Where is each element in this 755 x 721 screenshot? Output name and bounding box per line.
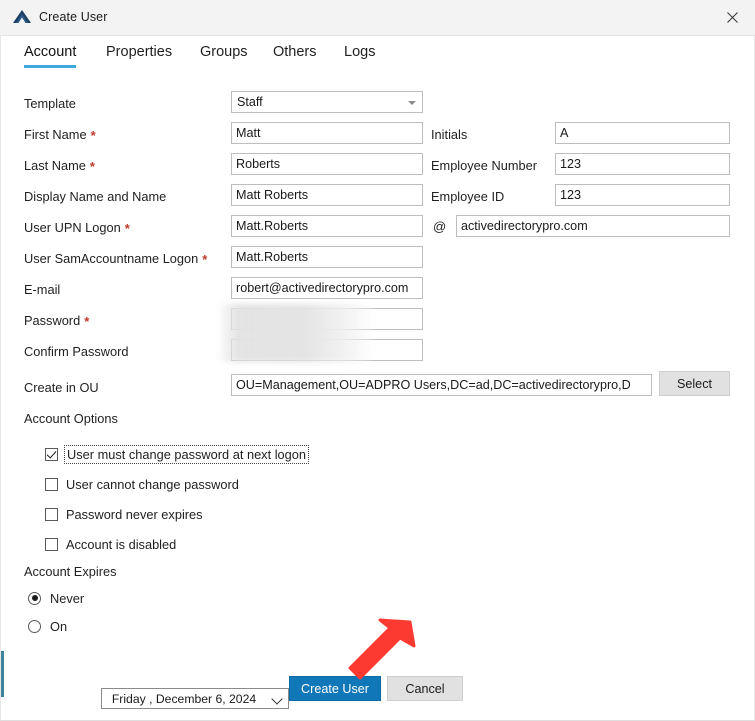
label-employee-id-text: Employee ID <box>431 189 505 204</box>
upn-logon-input[interactable] <box>231 215 423 237</box>
label-template-text: Template <box>24 96 76 111</box>
label-confirm-password: Confirm Password <box>24 344 129 359</box>
template-dropdown-value: Staff <box>237 95 263 109</box>
label-last-name-text: Last Name <box>24 158 86 173</box>
required-asterisk: * <box>89 159 95 174</box>
label-employee-number: Employee Number <box>431 158 537 173</box>
radio-expires-never-label: Never <box>50 590 85 606</box>
password-input[interactable] <box>231 308 423 330</box>
required-asterisk: * <box>202 252 208 267</box>
last-name-input[interactable] <box>231 153 423 175</box>
label-display-name: Display Name and Name <box>24 189 166 204</box>
tab-logs-label: Logs <box>344 44 376 60</box>
tab-others[interactable]: Others <box>273 44 317 64</box>
radio-selected-icon <box>28 591 41 605</box>
create-user-window: Create User Account Properties Groups Ot… <box>0 0 755 721</box>
radio-unselected-icon <box>28 619 41 633</box>
tab-properties-label: Properties <box>106 44 173 60</box>
expiry-date-value: Friday , December 6, 2024 <box>111 692 257 706</box>
label-first-name-text: First Name <box>24 127 87 142</box>
tab-account[interactable]: Account <box>24 44 77 68</box>
label-sam-logon: User SamAccountname Logon * <box>24 251 207 267</box>
adpro-chevron-logo-icon <box>11 8 33 28</box>
checkbox-user-must-change-password[interactable]: User must change password at next logon <box>45 444 310 464</box>
radio-expires-on[interactable]: On <box>28 617 67 635</box>
checkbox-account-is-disabled[interactable]: Account is disabled <box>45 535 176 553</box>
checkbox-user-cannot-change-password-label: User cannot change password <box>66 476 239 492</box>
required-asterisk: * <box>84 314 90 329</box>
label-template: Template <box>24 96 76 111</box>
template-dropdown[interactable]: Staff <box>231 91 423 113</box>
first-name-input[interactable] <box>231 122 423 144</box>
cancel-button[interactable]: Cancel <box>387 676 463 701</box>
label-email: E-mail <box>24 282 60 297</box>
close-icon[interactable] <box>709 0 755 35</box>
label-upn-logon-text: User UPN Logon <box>24 220 121 235</box>
label-sam-logon-text: User SamAccountname Logon <box>24 251 199 266</box>
title-bar: Create User <box>0 0 755 36</box>
label-employee-id: Employee ID <box>431 189 504 204</box>
tab-account-label: Account <box>24 44 77 60</box>
tab-others-label: Others <box>273 44 317 60</box>
tab-groups[interactable]: Groups <box>200 44 248 64</box>
checkbox-password-never-expires-label: Password never expires <box>66 506 203 522</box>
required-asterisk: * <box>90 128 96 143</box>
checkbox-user-cannot-change-password[interactable]: User cannot change password <box>45 475 239 493</box>
tab-active-underline <box>24 65 77 68</box>
create-user-button[interactable]: Create User <box>289 676 381 701</box>
label-create-in-ou: Create in OU <box>24 380 99 395</box>
at-symbol-icon: @ <box>433 219 447 234</box>
expiry-date-picker[interactable]: Friday , December 6, 2024 <box>101 688 289 709</box>
checkbox-user-must-change-password-label: User must change password at next logon <box>63 444 310 464</box>
chevron-down-icon <box>271 693 283 705</box>
label-email-text: E-mail <box>24 282 61 297</box>
vertical-scrollbar-thumb[interactable] <box>1 651 4 697</box>
select-ou-button[interactable]: Select <box>659 371 730 396</box>
label-last-name: Last Name * <box>24 158 95 174</box>
window-title: Create User <box>39 10 108 24</box>
upn-domain-input[interactable] <box>456 215 730 237</box>
checkbox-unchecked-icon <box>45 507 58 521</box>
label-password: Password * <box>24 313 89 329</box>
sam-logon-input[interactable] <box>231 246 423 268</box>
checkbox-password-never-expires[interactable]: Password never expires <box>45 505 203 523</box>
employee-id-input[interactable] <box>555 184 730 206</box>
radio-expires-never[interactable]: Never <box>28 589 84 607</box>
label-upn-logon: User UPN Logon * <box>24 220 130 236</box>
display-name-input[interactable] <box>231 184 423 206</box>
required-asterisk: * <box>124 221 130 236</box>
chevron-down-icon <box>408 101 416 105</box>
checkbox-unchecked-icon <box>45 477 58 491</box>
radio-expires-on-label: On <box>50 618 68 634</box>
label-create-in-ou-text: Create in OU <box>24 380 99 395</box>
initials-input[interactable] <box>555 122 730 144</box>
label-password-text: Password <box>24 313 81 328</box>
tab-logs[interactable]: Logs <box>344 44 375 64</box>
label-initials-text: Initials <box>431 127 468 142</box>
checkbox-checked-icon <box>45 447 58 461</box>
account-form: Template Staff First Name* Initials Last… <box>0 74 755 721</box>
label-employee-number-text: Employee Number <box>431 158 537 173</box>
create-in-ou-input[interactable] <box>231 374 652 396</box>
employee-number-input[interactable] <box>555 153 730 175</box>
tab-groups-label: Groups <box>200 44 248 60</box>
label-confirm-password-text: Confirm Password <box>24 344 129 359</box>
account-options-heading: Account Options <box>24 411 118 426</box>
label-first-name: First Name * <box>24 127 96 143</box>
checkbox-account-is-disabled-label: Account is disabled <box>66 536 177 552</box>
checkbox-unchecked-icon <box>45 537 58 551</box>
account-expires-heading: Account Expires <box>24 564 117 579</box>
label-initials: Initials <box>431 127 467 142</box>
email-input[interactable] <box>231 277 423 299</box>
tab-properties[interactable]: Properties <box>106 44 172 64</box>
tab-bar: Account Properties Groups Others Logs <box>0 36 755 74</box>
confirm-password-input[interactable] <box>231 339 423 361</box>
label-display-name-text: Display Name and Name <box>24 189 167 204</box>
